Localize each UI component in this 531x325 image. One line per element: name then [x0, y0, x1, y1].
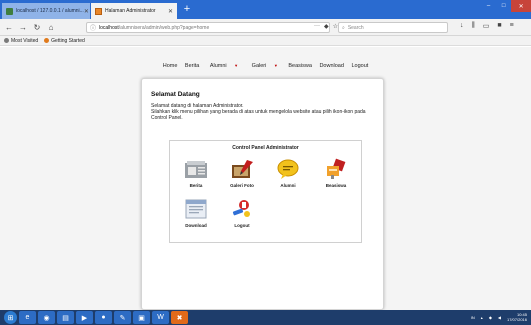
system-tray: IN ▴ ◆ ◀ 10:45 17/07/2016	[471, 312, 527, 322]
menu-label: Galeri	[251, 63, 267, 69]
panel-item-label: Alumni	[280, 183, 296, 188]
phpmyadmin-favicon-icon	[6, 7, 13, 15]
panel-item-logout[interactable]: Logout	[222, 198, 262, 228]
file-explorer-icon[interactable]: ▤	[57, 311, 74, 324]
media-player-icon[interactable]: ▶	[76, 311, 93, 324]
site-info-icon[interactable]: ⓘ	[90, 23, 96, 32]
word-icon[interactable]: W	[152, 311, 169, 324]
control-panel-title: Control Panel Administrator	[232, 145, 299, 151]
maximize-icon[interactable]: □	[496, 0, 512, 12]
taskbar: ⊞ e ◉ ▤ ▶ ● ✎ ▣ W ✖ IN ▴ ◆ ◀ 10:45 17/07…	[0, 310, 531, 325]
news-icon	[183, 158, 209, 180]
gallery-icon	[229, 158, 255, 180]
xampp-icon[interactable]: ✖	[171, 311, 188, 324]
close-icon[interactable]: ✕	[84, 8, 89, 15]
bookmark-most-visited[interactable]: Most Visited	[4, 38, 38, 44]
panel-item-label: Download	[185, 223, 207, 228]
pocket-icon[interactable]: ◆	[324, 23, 329, 30]
menu-item-beasiswa[interactable]: Beasiswa	[288, 63, 312, 69]
panel-item-alumni[interactable]: Alumni	[268, 158, 308, 188]
url-path: /alumnisera/admin/web.php?page=home	[118, 24, 210, 31]
url-tools: ··· ◆ ☆	[314, 23, 338, 30]
clock-date: 17/07/2016	[506, 317, 527, 322]
menu-item-download[interactable]: Download	[319, 63, 343, 69]
panel-item-beasiswa[interactable]: Beasiswa	[316, 158, 356, 188]
download-doc-icon	[183, 198, 209, 220]
scholarship-icon	[323, 158, 349, 180]
panel-item-label: Beasiswa	[325, 183, 347, 188]
address-bar[interactable]: ⓘ localhost /alumnisera/admin/web.php?pa…	[86, 22, 330, 33]
panel-item-berita[interactable]: Berita	[176, 158, 216, 188]
page-content: Home Berita Alumni ▼ Galeri ▼ Beasiswa D…	[0, 47, 531, 310]
language-indicator[interactable]: IN	[471, 315, 475, 320]
url-host: localhost	[99, 24, 119, 31]
site-menu: Home Berita Alumni ▼ Galeri ▼ Beasiswa D…	[0, 63, 531, 69]
paint-icon[interactable]: ✎	[114, 311, 131, 324]
menu-item-berita[interactable]: Berita	[185, 63, 199, 69]
panel-item-label: Logout	[234, 223, 250, 228]
welcome-text: Selamat datang di halaman Administrator.…	[151, 103, 375, 121]
new-tab-button[interactable]: +	[180, 3, 194, 17]
search-icon: ⌕	[342, 24, 345, 31]
forward-icon[interactable]: →	[18, 22, 28, 33]
window-close-icon[interactable]: ✕	[511, 0, 531, 12]
tab-label: Halaman Administrator	[105, 8, 156, 14]
menu-item-home[interactable]: Home	[163, 63, 178, 69]
downloads-icon[interactable]: ↓	[460, 22, 464, 30]
home-icon[interactable]: ⌂	[46, 22, 56, 33]
panel-item-download[interactable]: Download	[176, 198, 216, 228]
bookmark-getting-started[interactable]: Getting Started	[44, 38, 85, 44]
clock[interactable]: 10:45 17/07/2016	[507, 312, 527, 322]
navigation-toolbar: ← → ↻ ⌂ ⓘ localhost /alumnisera/admin/we…	[0, 19, 531, 36]
bookmark-label: Getting Started	[51, 37, 85, 44]
bookmark-label: Most Visited	[11, 37, 39, 44]
start-button-icon[interactable]: ⊞	[4, 311, 17, 324]
firefox-taskbar-icon[interactable]: ●	[95, 311, 112, 324]
menu-item-galeri[interactable]: Galeri ▼	[249, 63, 281, 69]
toolbar-icons: ↓ ⫼ ▭ ■ ≡	[460, 22, 514, 30]
page-title: Selamat Datang	[151, 91, 200, 98]
network-icon[interactable]: ◆	[489, 315, 492, 320]
minimize-icon[interactable]: –	[481, 0, 497, 12]
extension-icon[interactable]: ■	[497, 22, 501, 30]
tab-phpmyadmin[interactable]: localhost / 127.0.0.1 / alumni... ✕	[2, 3, 90, 19]
page-favicon-icon	[95, 7, 102, 15]
page-actions-icon[interactable]: ···	[314, 23, 320, 30]
chat-bubble-icon	[275, 158, 301, 180]
menu-icon[interactable]: ≡	[510, 22, 514, 30]
back-icon[interactable]: ←	[4, 22, 14, 33]
menu-label: Alumni	[209, 63, 227, 69]
panel-item-label: Berita	[189, 183, 203, 188]
caret-down-icon: ▼	[234, 63, 239, 68]
menu-item-logout[interactable]: Logout	[351, 63, 368, 69]
caret-down-icon: ▼	[273, 63, 278, 68]
chrome-icon[interactable]: ◉	[38, 311, 55, 324]
menu-item-alumni[interactable]: Alumni ▼	[207, 63, 241, 69]
welcome-line: Silahkan klik menu pilihan yang berada d…	[151, 109, 366, 121]
photoshop-icon[interactable]: ▣	[133, 311, 150, 324]
reload-icon[interactable]: ↻	[32, 22, 42, 33]
panel-item-galeri-foto[interactable]: Galeri Foto	[222, 158, 262, 188]
library-icon[interactable]: ⫼	[472, 22, 475, 30]
content-card: Selamat Datang Selamat datang di halaman…	[141, 78, 384, 310]
search-placeholder: Search	[347, 24, 364, 31]
window-controls: – □ ✕	[481, 0, 531, 12]
tray-arrow-icon[interactable]: ▴	[481, 315, 483, 320]
close-icon[interactable]: ✕	[168, 8, 173, 15]
search-input[interactable]: ⌕ Search	[338, 22, 448, 33]
firefox-icon	[44, 38, 50, 43]
volume-icon[interactable]: ◀	[498, 315, 501, 320]
tab-label: localhost / 127.0.0.1 / alumni...	[16, 8, 84, 14]
tab-strip: localhost / 127.0.0.1 / alumni... ✕ Hala…	[0, 0, 531, 19]
gear-icon	[4, 38, 9, 43]
bookmarks-bar: Most Visited Getting Started	[0, 36, 531, 46]
logout-icon	[229, 198, 255, 220]
panel-item-label: Galeri Foto	[230, 183, 254, 188]
control-panel: Control Panel Administrator Berita Galer…	[169, 140, 362, 243]
tab-halaman-administrator[interactable]: Halaman Administrator ✕	[91, 3, 177, 19]
ie-icon[interactable]: e	[19, 311, 36, 324]
sidebar-icon[interactable]: ▭	[483, 22, 490, 30]
